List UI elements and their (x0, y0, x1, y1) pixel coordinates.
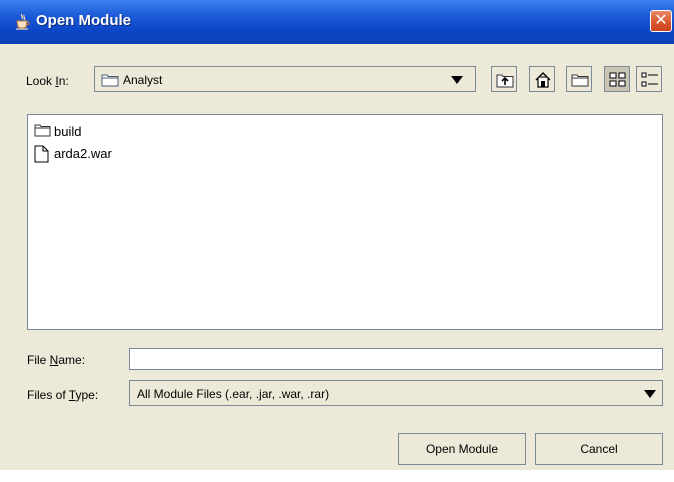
files-of-type-label-post: ype: (75, 388, 99, 402)
list-item-label: build (54, 124, 82, 139)
look-in-label-pre: Look (26, 74, 56, 88)
file-name-label-pre: File (27, 353, 50, 367)
file-name-input[interactable] (129, 348, 663, 370)
file-list[interactable]: build arda2.war (27, 114, 663, 330)
files-of-type-label: Files of Type: (27, 388, 98, 402)
java-cup-icon (14, 13, 32, 31)
open-module-dialog: Open Module ✕ Look In: Analyst build ard… (0, 0, 674, 470)
files-of-type-label-pre: Files of (27, 388, 69, 402)
folder-icon (101, 73, 119, 90)
look-in-combo[interactable]: Analyst (94, 66, 476, 92)
open-module-button[interactable]: Open Module (398, 433, 526, 465)
look-in-value: Analyst (123, 73, 163, 87)
chevron-down-icon[interactable] (644, 390, 656, 398)
list-view-icon (609, 72, 626, 87)
list-view-button[interactable] (604, 66, 630, 92)
look-in-label: Look In: (26, 74, 69, 88)
details-view-icon (641, 72, 658, 87)
chevron-down-icon[interactable] (451, 76, 463, 84)
close-icon: ✕ (654, 10, 668, 29)
file-icon (34, 145, 49, 166)
details-view-button[interactable] (636, 66, 662, 92)
title-bar[interactable]: Open Module ✕ (0, 0, 674, 44)
home-button[interactable] (529, 66, 555, 92)
folder-icon (34, 123, 51, 140)
file-name-label: File Name: (27, 353, 85, 367)
home-icon (535, 72, 551, 88)
files-of-type-combo[interactable]: All Module Files (.ear, .jar, .war, .rar… (129, 380, 663, 406)
list-item-label: arda2.war (54, 146, 112, 161)
up-one-level-button[interactable] (491, 66, 517, 92)
up-one-level-icon (496, 74, 514, 88)
close-button[interactable]: ✕ (650, 10, 672, 32)
file-name-label-post: ame: (58, 353, 86, 367)
new-folder-button[interactable] (566, 66, 592, 92)
files-of-type-value: All Module Files (.ear, .jar, .war, .rar… (137, 387, 330, 401)
look-in-label-post: n: (58, 74, 69, 88)
cancel-button[interactable]: Cancel (535, 433, 663, 465)
new-folder-icon (571, 74, 589, 87)
window-title: Open Module (36, 12, 131, 29)
